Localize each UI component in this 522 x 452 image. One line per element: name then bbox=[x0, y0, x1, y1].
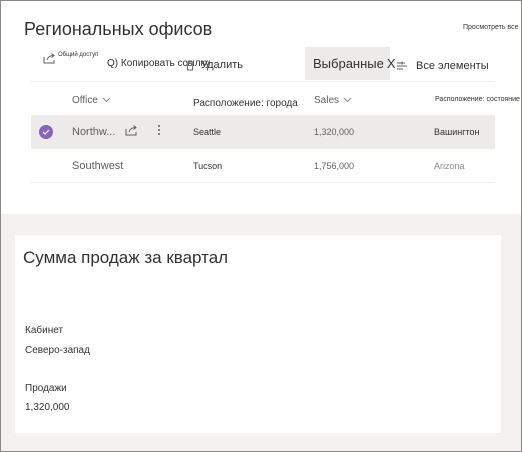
row-more-button[interactable] bbox=[157, 115, 161, 149]
delete-label: Удалить bbox=[201, 59, 243, 71]
share-icon bbox=[43, 53, 56, 64]
cell-state: Arizona bbox=[434, 161, 465, 171]
row-share-button[interactable] bbox=[125, 115, 138, 149]
cell-sales: 1,320,000 bbox=[314, 127, 355, 137]
share-button[interactable]: Общий доступ bbox=[43, 51, 99, 64]
form-web-part: Сумма продаж за квартал Кабинет Северо-з… bbox=[15, 235, 501, 433]
office-field-value: Северо-запад bbox=[25, 345, 90, 356]
column-header-office-label: Office bbox=[72, 95, 98, 106]
cell-location: Tucson bbox=[193, 161, 223, 171]
column-header-sales[interactable]: Sales bbox=[314, 95, 352, 106]
cell-office[interactable]: Northw... bbox=[72, 115, 115, 149]
filter-icon[interactable] bbox=[396, 58, 408, 76]
more-icon bbox=[157, 123, 161, 141]
list-title: Региональных офисов bbox=[24, 19, 213, 39]
cell-location: Seattle bbox=[193, 127, 222, 137]
office-field-label: Кабинет bbox=[25, 325, 64, 336]
cell-state: Вашингтон bbox=[434, 127, 480, 137]
command-bar-divider bbox=[31, 81, 495, 82]
column-header-office[interactable]: Office bbox=[72, 95, 111, 106]
list-web-part: Региональных офисов Просмотреть все Общи… bbox=[1, 1, 521, 214]
table-row[interactable]: Southwest Tucson 1,756,000 Arizona bbox=[31, 149, 495, 183]
share-icon bbox=[125, 123, 138, 141]
sales-field-label: Продажи bbox=[25, 383, 67, 394]
table-row[interactable]: Northw... Seattle 1,320,000 Вашингтон bbox=[31, 115, 495, 149]
column-header-state[interactable]: Расположение: состояние bbox=[435, 96, 520, 103]
card-title: Сумма продаж за квартал bbox=[23, 248, 229, 267]
row-select-checkbox[interactable] bbox=[39, 115, 53, 149]
cell-sales: 1,756,000 bbox=[314, 161, 355, 171]
sales-field-value: 1,320,000 bbox=[25, 402, 70, 413]
trash-icon bbox=[185, 60, 195, 71]
column-header-location-label: Расположение: города bbox=[193, 98, 298, 109]
share-label: Общий доступ bbox=[58, 51, 99, 58]
view-all-link[interactable]: Просмотреть все bbox=[463, 24, 518, 31]
selected-label: Выбранные bbox=[313, 56, 384, 71]
column-header-location[interactable]: Расположение: города bbox=[193, 98, 298, 109]
view-selector[interactable]: Все элементы bbox=[416, 60, 489, 72]
checkmark-icon bbox=[39, 125, 53, 139]
chevron-down-icon bbox=[343, 95, 352, 106]
chevron-down-icon bbox=[102, 95, 111, 106]
clear-selection-button[interactable]: X bbox=[387, 56, 396, 71]
cell-office[interactable]: Southwest bbox=[72, 149, 123, 183]
delete-button[interactable]: Удалить bbox=[185, 59, 243, 71]
column-header-state-label: Расположение: состояние bbox=[435, 96, 520, 103]
column-header-sales-label: Sales bbox=[314, 95, 340, 106]
selected-count-pill[interactable]: Выбранные X bbox=[305, 47, 396, 80]
